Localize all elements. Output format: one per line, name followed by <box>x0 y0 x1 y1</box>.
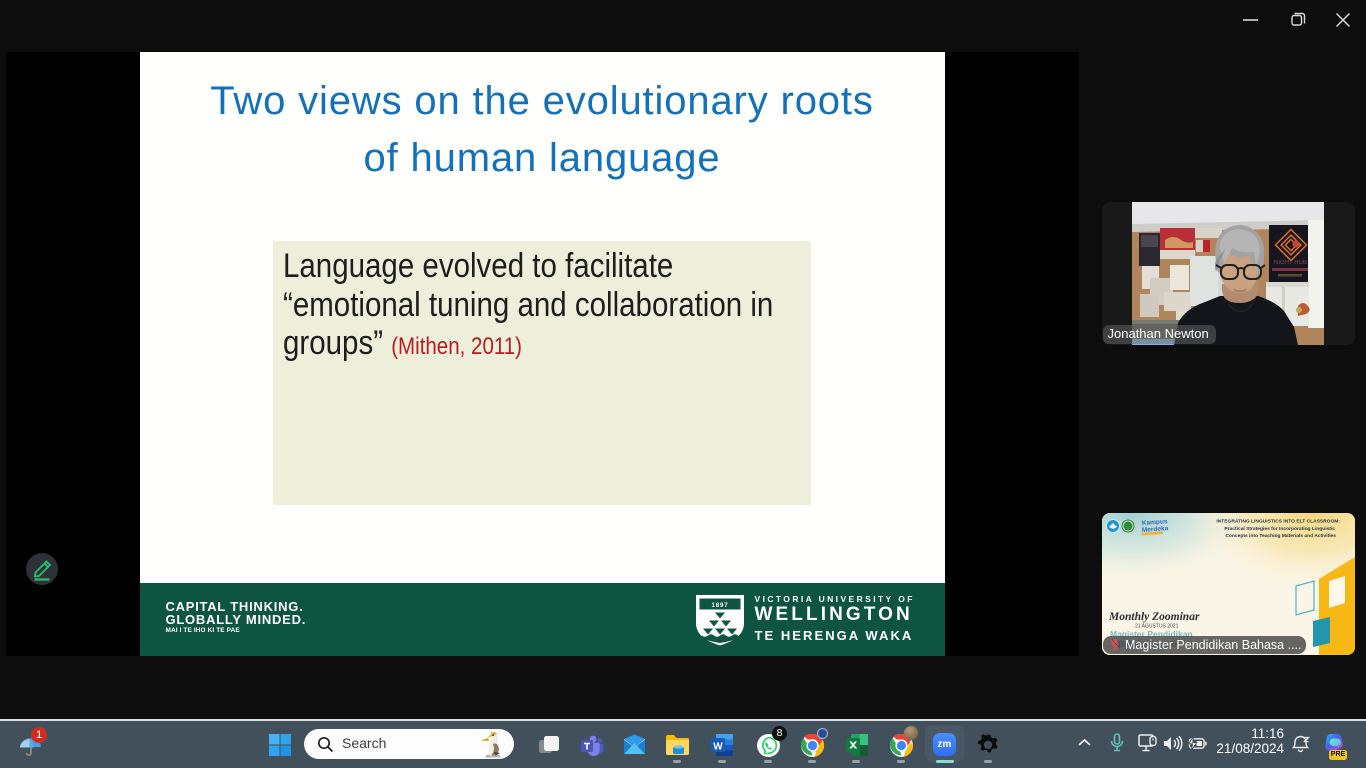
svg-text:1897: 1897 <box>711 601 728 608</box>
svg-text:INTEGRATING LINGUISTICS INTO E: INTEGRATING LINGUISTICS INTO ELT CLASSRO… <box>1216 519 1340 525</box>
svg-text:Practical Strategies for Incor: Practical Strategies for Incorporating L… <box>1224 526 1335 532</box>
svg-text:Monthly Zoominar: Monthly Zoominar <box>1108 611 1200 623</box>
svg-text:Concepts into Teaching Materia: Concepts into Teaching Materials and Act… <box>1225 533 1336 539</box>
svg-text:W: W <box>713 742 723 753</box>
svg-text:NIGHT HUB 2: NIGHT HUB 2 <box>1274 260 1313 266</box>
